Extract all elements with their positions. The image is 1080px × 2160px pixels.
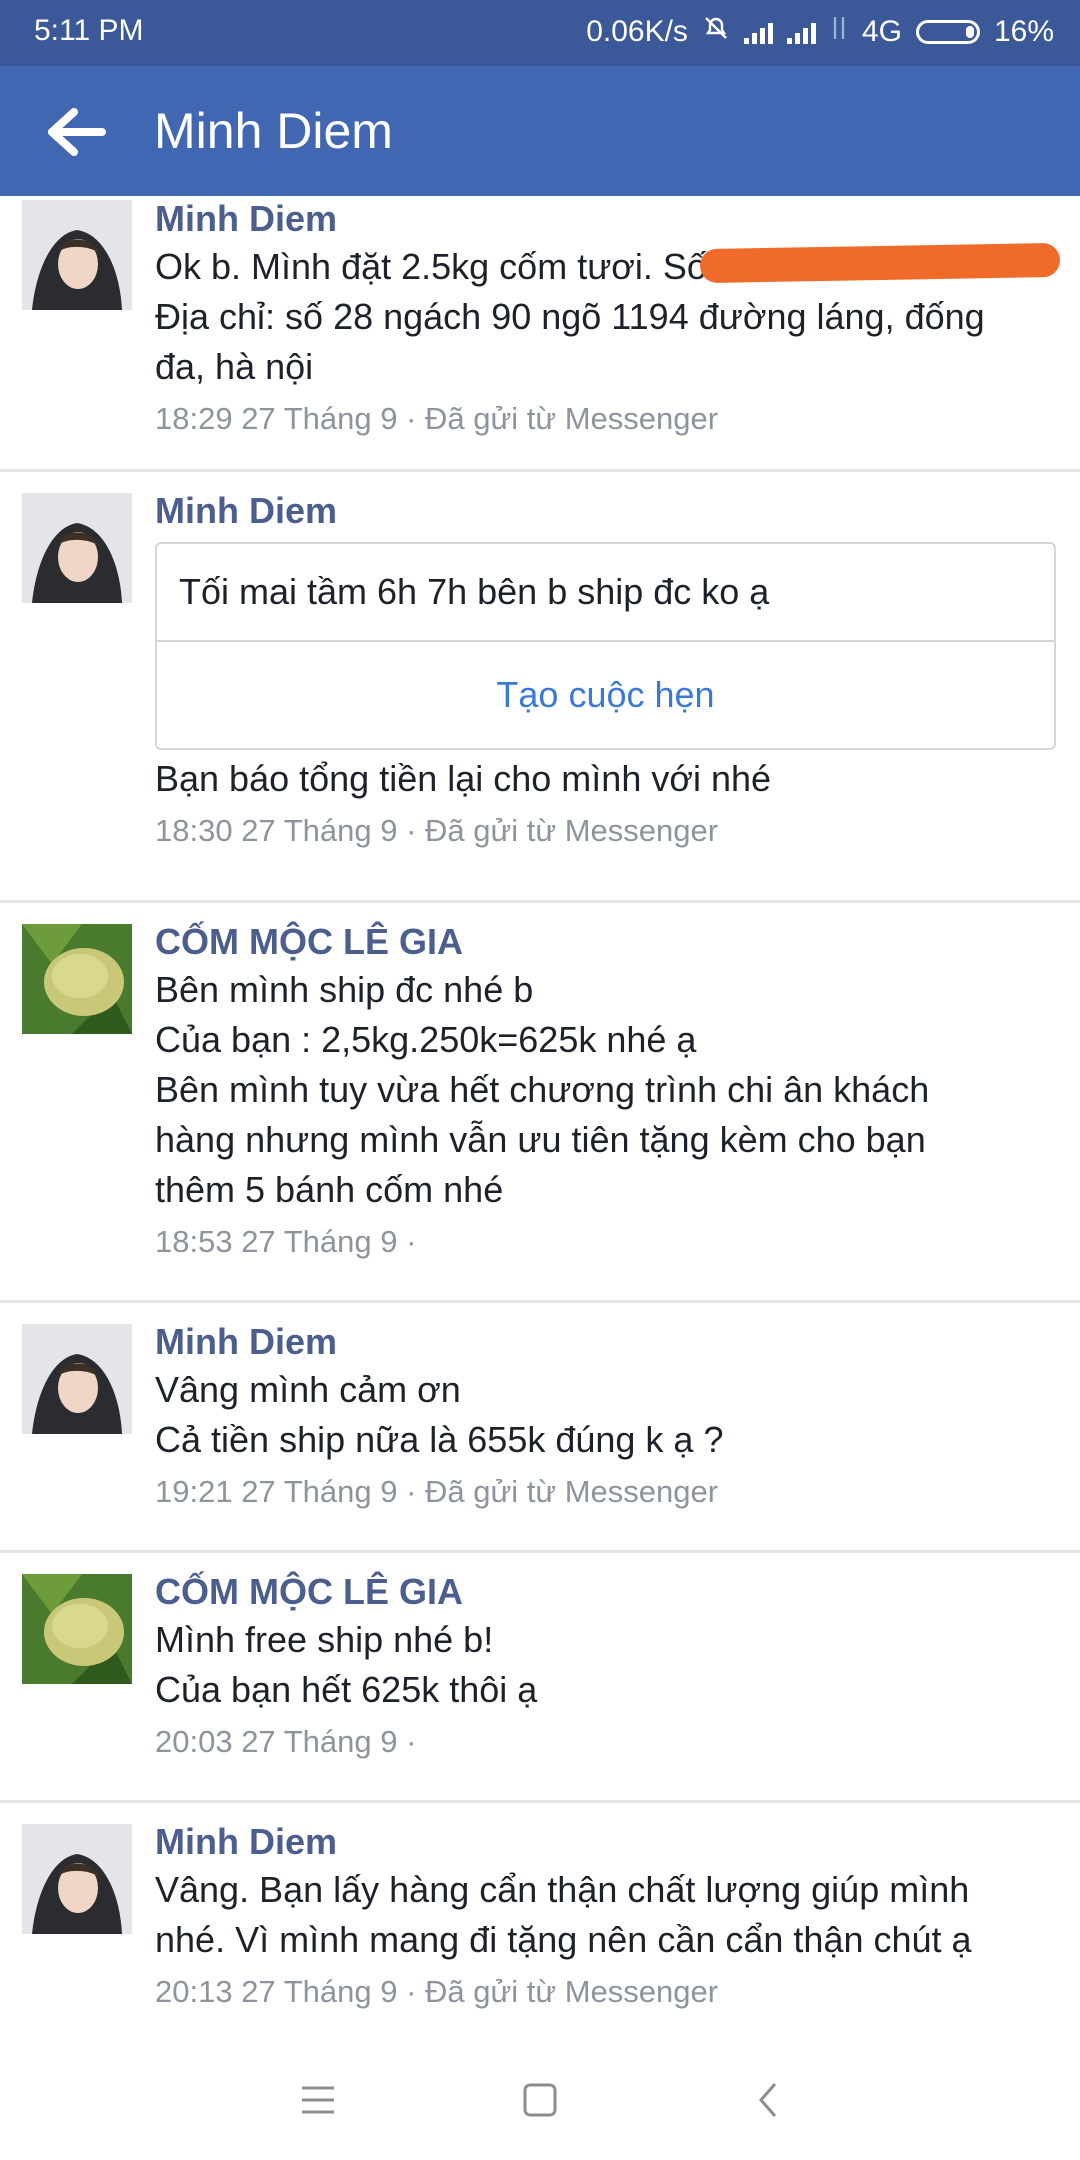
event-card: Tối mai tầm 6h 7h bên b ship đc ko ạ Tạo… [155, 542, 1056, 750]
redaction-mark [699, 242, 1061, 284]
nav-back-button[interactable] [708, 2040, 828, 2160]
page-title: Minh Diem [154, 103, 393, 159]
message-text: Địa chỉ: số 28 ngách 90 ngõ 1194 đường l… [155, 296, 985, 337]
signal-icon [743, 20, 773, 44]
message-timestamp: 18:30 27 Tháng 9 · Đã gửi từ Messenger [155, 813, 719, 848]
sender-name[interactable]: Minh Diem [155, 1319, 1058, 1365]
avatar[interactable] [22, 1574, 132, 1684]
sender-name[interactable]: Minh Diem [155, 1819, 1058, 1865]
status-icons: 0.06K/s 4G 16% [586, 14, 1054, 50]
mute-icon [702, 14, 730, 50]
message-item[interactable]: Minh Diem Vâng. Bạn lấy hàng cẩn thận ch… [0, 1803, 1080, 2054]
message-item[interactable]: CỐM MỘC LÊ GIA Mình free ship nhé b! Của… [0, 1553, 1080, 1803]
message-text: Bên mình tuy vừa hết chương trình chi ân… [155, 1069, 930, 1110]
battery-level: 16% [993, 15, 1054, 48]
sender-name[interactable]: Minh Diem [155, 488, 1058, 534]
message-text: thêm 5 bánh cốm nhé [155, 1169, 504, 1210]
message-item[interactable]: CỐM MỘC LÊ GIA Bên mình ship đc nhé b Củ… [0, 903, 1080, 1303]
status-time: 5:11 PM [34, 14, 144, 47]
message-text: Mình free ship nhé b! [155, 1619, 494, 1660]
create-appointment-button[interactable]: Tạo cuộc hẹn [157, 642, 1054, 748]
message-timestamp: 20:03 27 Tháng 9 · [155, 1724, 417, 1759]
message-text: đa, hà nội [155, 346, 314, 387]
status-bar: 5:11 PM 0.06K/s 4G 16% [0, 0, 1080, 66]
avatar[interactable] [22, 1324, 132, 1434]
message-item[interactable]: Minh Diem Ok b. Mình đặt 2.5kg cốm tươi.… [0, 196, 1080, 472]
message-timestamp: 18:53 27 Tháng 9 · [155, 1224, 417, 1259]
avatar[interactable] [22, 924, 132, 1034]
message-text: hàng nhưng mình vẫn ưu tiên tặng kèm cho… [155, 1119, 926, 1160]
message-text: Vâng mình cảm ơn [155, 1369, 461, 1410]
signal-icon-2 [786, 20, 816, 44]
back-arrow-icon [48, 108, 106, 156]
message-item[interactable]: Minh Diem Tối mai tầm 6h 7h bên b ship đ… [0, 472, 1080, 903]
home-square-icon [523, 2083, 557, 2117]
message-text: nhé. Vì mình mang đi tặng nên cần cẩn th… [155, 1919, 972, 1960]
menu-icon [302, 2086, 334, 2114]
avatar[interactable] [22, 493, 132, 603]
message-text: Vâng. Bạn lấy hàng cẩn thận chất lượng g… [155, 1869, 970, 1910]
avatar[interactable] [22, 1824, 132, 1934]
sender-name[interactable]: CỐM MỘC LÊ GIA [155, 919, 1058, 965]
navigation-bar [0, 2040, 1080, 2160]
network-speed: 0.06K/s [586, 15, 688, 48]
message-text: Bạn báo tổng tiền lại cho mình với nhé [155, 758, 772, 799]
network-type: 4G [861, 15, 902, 48]
message-feed[interactable]: Minh Diem Ok b. Mình đặt 2.5kg cốm tươi.… [0, 196, 1080, 2054]
sender-name[interactable]: CỐM MỘC LÊ GIA [155, 1569, 1058, 1615]
data-arrows-icon [830, 15, 848, 49]
back-button[interactable] [44, 106, 114, 158]
event-card-text: Tối mai tầm 6h 7h bên b ship đc ko ạ [157, 544, 1054, 642]
message-text: Cả tiền ship nữa là 655k đúng k ạ ? [155, 1419, 724, 1460]
menu-button[interactable] [258, 2040, 378, 2160]
sender-name[interactable]: Minh Diem [155, 196, 1058, 242]
message-item[interactable]: Minh Diem Vâng mình cảm ơn Cả tiền ship … [0, 1303, 1080, 1553]
message-timestamp: 20:13 27 Tháng 9 · Đã gửi từ Messenger [155, 1974, 719, 2009]
back-chevron-icon [759, 2083, 777, 2117]
message-timestamp: 18:29 27 Tháng 9 · Đã gửi từ Messenger [155, 401, 719, 436]
avatar[interactable] [22, 200, 132, 310]
app-bar: Minh Diem [0, 66, 1080, 196]
message-text: Bên mình ship đc nhé b [155, 969, 534, 1010]
home-button[interactable] [480, 2040, 600, 2160]
battery-icon [915, 20, 980, 44]
message-text: Của bạn hết 625k thôi ạ [155, 1669, 538, 1710]
message-text: Của bạn : 2,5kg.250k=625k nhé ạ [155, 1019, 697, 1060]
message-timestamp: 19:21 27 Tháng 9 · Đã gửi từ Messenger [155, 1474, 719, 1509]
